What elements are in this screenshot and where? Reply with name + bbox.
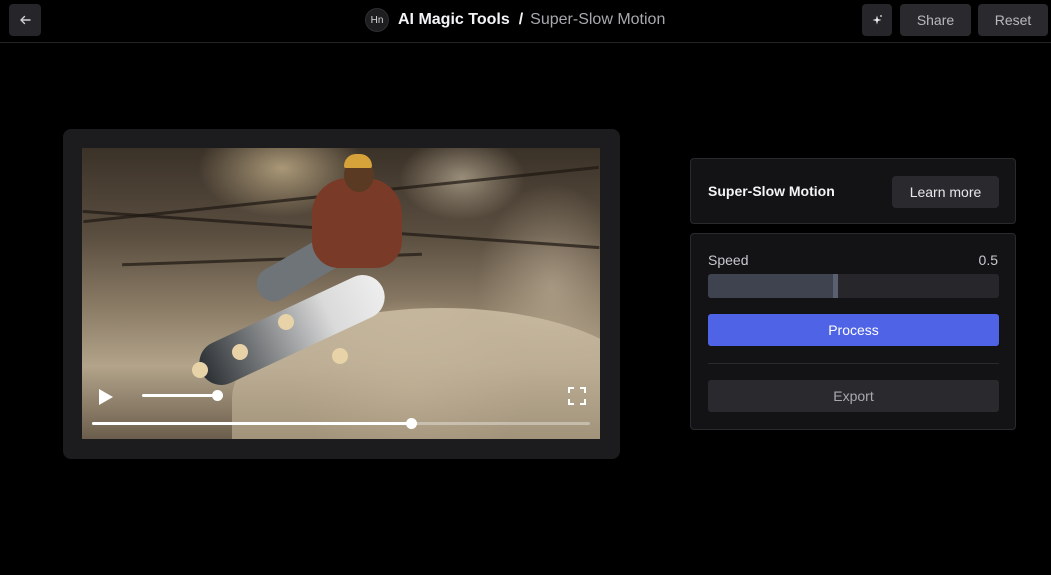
fullscreen-icon	[568, 387, 586, 405]
tool-info-card: Super-Slow Motion Learn more	[690, 158, 1016, 224]
play-button[interactable]	[96, 387, 116, 407]
magic-button[interactable]	[862, 4, 892, 36]
speed-slider[interactable]	[708, 274, 999, 298]
seek-progress	[92, 422, 411, 425]
app-title[interactable]: AI Magic Tools	[398, 11, 510, 29]
avatar[interactable]: Hn	[365, 8, 389, 32]
share-button[interactable]: Share	[900, 4, 971, 36]
divider	[708, 363, 999, 364]
fullscreen-button[interactable]	[568, 387, 586, 405]
breadcrumb-separator: /	[518, 11, 524, 28]
sparkle-icon	[872, 15, 882, 25]
volume-slider[interactable]	[142, 394, 218, 397]
tool-title: Super-Slow Motion	[708, 183, 835, 199]
top-bar: Hn AI Magic Tools / Super-Slow Motion Sh…	[0, 0, 1051, 43]
volume-handle[interactable]	[212, 390, 223, 401]
speed-slider-fill	[708, 274, 837, 298]
video-frame[interactable]	[82, 148, 600, 439]
page-title: Super-Slow Motion	[530, 11, 666, 28]
reset-button[interactable]: Reset	[978, 4, 1048, 36]
seek-handle[interactable]	[405, 418, 417, 429]
back-button[interactable]	[9, 4, 41, 36]
controls-card: Speed 0.5 Process Export	[690, 233, 1016, 430]
title-group: Hn AI Magic Tools / Super-Slow Motion	[365, 8, 665, 32]
process-button[interactable]: Process	[708, 314, 999, 346]
video-player-card	[63, 129, 620, 459]
play-icon	[99, 389, 113, 405]
export-button[interactable]: Export	[708, 380, 999, 412]
arrow-left-icon	[20, 15, 31, 25]
speed-value: 0.5	[978, 252, 998, 268]
learn-more-button[interactable]: Learn more	[892, 176, 999, 208]
seek-bar[interactable]	[92, 418, 590, 429]
speed-slider-handle[interactable]	[833, 274, 839, 298]
speed-label: Speed	[708, 252, 749, 268]
